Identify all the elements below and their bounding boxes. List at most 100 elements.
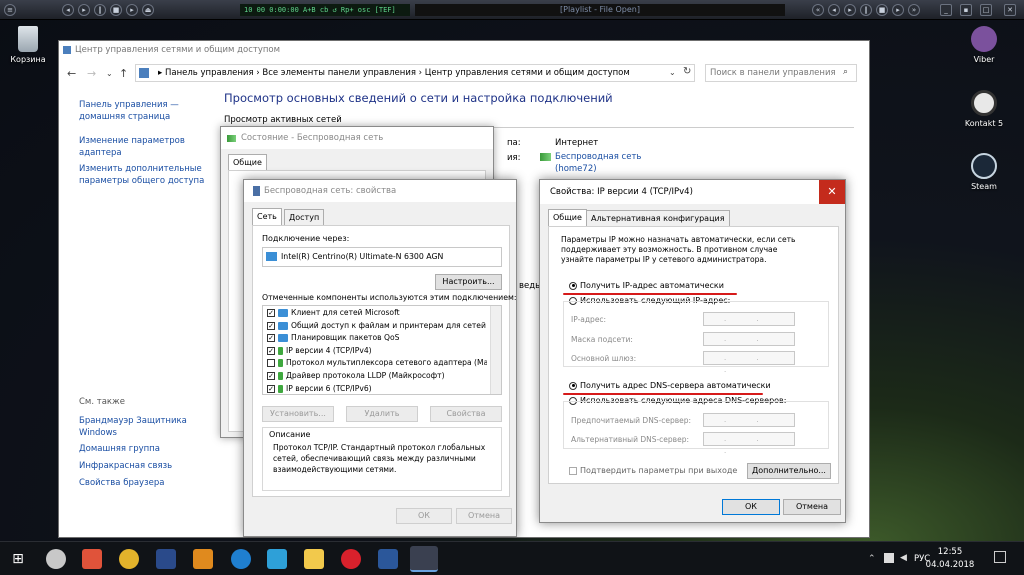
prev-icon[interactable]: ◂ (62, 4, 74, 16)
ipv4-ok-button[interactable]: ОК (722, 499, 780, 515)
app-icon-2[interactable] (82, 549, 102, 569)
up-icon[interactable]: ↑ (119, 67, 128, 80)
app-icon-4[interactable] (156, 549, 176, 569)
properties-button[interactable]: Свойства (430, 406, 502, 422)
opera-icon[interactable] (341, 549, 361, 569)
tab-alternate[interactable]: Альтернативная конфигурация (586, 210, 730, 226)
cp-home-link[interactable]: Панель управления — домашняя страница (79, 99, 189, 123)
connection-ssid[interactable]: (home72) (555, 163, 597, 175)
forward-icon[interactable]: » (908, 4, 920, 16)
play-track-icon[interactable]: ▸ (844, 4, 856, 16)
checkbox[interactable]: ✓ (267, 334, 275, 343)
winamp-menu-icon[interactable]: ≡ (4, 4, 16, 16)
address-dropdown-icon[interactable]: ⌄ (669, 68, 676, 77)
list-item[interactable]: ✓ Драйвер протокола LLDP (Майкрософт) (267, 370, 487, 383)
shade-icon[interactable]: ▪ (960, 4, 972, 16)
forward-icon[interactable]: → (87, 67, 96, 80)
kontakt-shortcut[interactable]: Kontakt 5 (954, 90, 1014, 128)
list-item[interactable]: ✓ IP версии 4 (TCP/IPv4) (267, 345, 487, 358)
app-icon-7[interactable] (267, 549, 287, 569)
firewall-link[interactable]: Брандмауэр Защитника Windows (79, 415, 199, 439)
props-cancel-button[interactable]: Отмена (456, 508, 512, 524)
next-track-icon[interactable]: ▸ (892, 4, 904, 16)
notifications-icon[interactable] (994, 551, 1006, 563)
back-icon[interactable]: ← (67, 67, 76, 80)
list-item[interactable]: ✓ Планировщик пакетов QoS (267, 332, 487, 345)
list-scrollbar[interactable] (490, 306, 501, 394)
clock[interactable]: 12:55 04.04.2018 (920, 546, 980, 572)
tab-general[interactable]: Общие (228, 154, 267, 171)
alternate-dns-field[interactable]: . . . (703, 432, 795, 455)
list-item[interactable]: Протокол мультиплексора сетевого адаптер… (267, 357, 487, 370)
start-icon[interactable]: ⊞ (8, 549, 28, 569)
steam-shortcut[interactable]: Steam (954, 153, 1014, 191)
maximize-icon[interactable]: □ (980, 4, 992, 16)
minimize-icon[interactable]: _ (940, 4, 952, 16)
fl-studio-icon[interactable] (193, 549, 213, 569)
props-ok-button[interactable]: ОК (396, 508, 452, 524)
app-icon-3[interactable] (119, 549, 139, 569)
search-icon[interactable]: ⌕ (843, 67, 848, 77)
recent-dropdown-icon[interactable]: ⌄ (106, 69, 113, 78)
tray-arrow-icon[interactable]: ⌃ (868, 554, 876, 564)
word-icon[interactable] (378, 549, 398, 569)
play-icon[interactable]: ▸ (78, 4, 90, 16)
app-icon-1[interactable] (46, 549, 66, 569)
list-item[interactable]: ✓ Общий доступ к файлам и принтерам для с… (267, 320, 487, 333)
file-explorer-icon[interactable] (304, 549, 324, 569)
search-input[interactable]: Поиск в панели управления (705, 64, 857, 82)
infrared-link[interactable]: Инфракрасная связь (79, 460, 172, 472)
checkbox[interactable]: ✓ (267, 372, 275, 380)
tab-network[interactable]: Сеть (252, 208, 282, 225)
app-icon-6[interactable] (231, 549, 251, 569)
checkbox[interactable]: ✓ (267, 384, 275, 393)
ipv4-cancel-button[interactable]: Отмена (783, 499, 841, 515)
radio-selected[interactable] (569, 381, 577, 390)
ip-address-field[interactable]: . . . (703, 312, 795, 335)
pause-track-icon[interactable]: ‖ (860, 4, 872, 16)
pause-icon[interactable]: ‖ (94, 4, 106, 16)
recycle-bin-shortcut[interactable]: Корзина (0, 26, 58, 64)
radio-selected[interactable] (569, 281, 577, 290)
gateway-field[interactable]: . . . (703, 351, 795, 374)
auto-ip-radio[interactable]: Получить IP-адрес автоматически (569, 280, 724, 291)
winamp-close-icon[interactable]: ✕ (1004, 4, 1016, 16)
remove-button[interactable]: Удалить (346, 406, 418, 422)
install-button[interactable]: Установить... (262, 406, 334, 422)
auto-dns-radio[interactable]: Получить адрес DNS-сервера автоматически (569, 380, 771, 391)
checkbox[interactable]: ✓ (267, 321, 275, 330)
configure-button[interactable]: Настроить... (435, 274, 502, 290)
validate-checkbox-row[interactable]: Подтвердить параметры при выходе (569, 465, 737, 476)
viber-shortcut[interactable]: Viber (954, 26, 1014, 64)
components-list[interactable]: ✓ Клиент для сетей Microsoft ✓ Общий досту… (262, 305, 502, 395)
next-icon[interactable]: ▸ (126, 4, 138, 16)
network-tray-icon[interactable] (884, 553, 894, 563)
adapter-icon (266, 252, 277, 261)
control-panel-taskbar-icon[interactable] (410, 546, 438, 572)
rewind-icon[interactable]: « (812, 4, 824, 16)
list-item[interactable]: ✓ Клиент для сетей Microsoft (267, 307, 487, 320)
subnet-mask-field[interactable]: . . . (703, 332, 795, 355)
prev-track-icon[interactable]: ◂ (828, 4, 840, 16)
stop-track-icon[interactable]: ■ (876, 4, 888, 16)
close-icon[interactable]: ✕ (819, 180, 845, 204)
advanced-button[interactable]: Дополнительно... (747, 463, 831, 479)
tab-general[interactable]: Общие (548, 209, 587, 226)
checkbox[interactable] (267, 359, 275, 368)
tab-sharing[interactable]: Доступ (284, 209, 325, 225)
validate-checkbox[interactable] (569, 466, 577, 475)
breadcrumb[interactable]: ▸ Панель управления › Все элементы панел… (135, 64, 695, 82)
refresh-icon[interactable]: ↻ (683, 66, 691, 77)
checkbox[interactable]: ✓ (267, 346, 275, 355)
preferred-dns-field[interactable]: . . . (703, 413, 795, 436)
volume-tray-icon[interactable]: ◀ (900, 553, 907, 563)
checkbox[interactable]: ✓ (267, 309, 275, 317)
list-item[interactable]: ✓ IP версии 6 (TCP/IPv6) (267, 383, 487, 394)
eject-icon[interactable]: ⏏ (142, 4, 154, 16)
sharing-settings-link[interactable]: Изменить дополнительные параметры общего… (79, 163, 209, 187)
adapter-settings-link[interactable]: Изменение параметров адаптера (79, 135, 189, 159)
stop-icon[interactable]: ■ (110, 4, 122, 16)
browser-props-link[interactable]: Свойства браузера (79, 477, 164, 489)
homegroup-link[interactable]: Домашняя группа (79, 443, 160, 455)
wireless-connection-link[interactable]: Беспроводная сеть (555, 151, 641, 163)
